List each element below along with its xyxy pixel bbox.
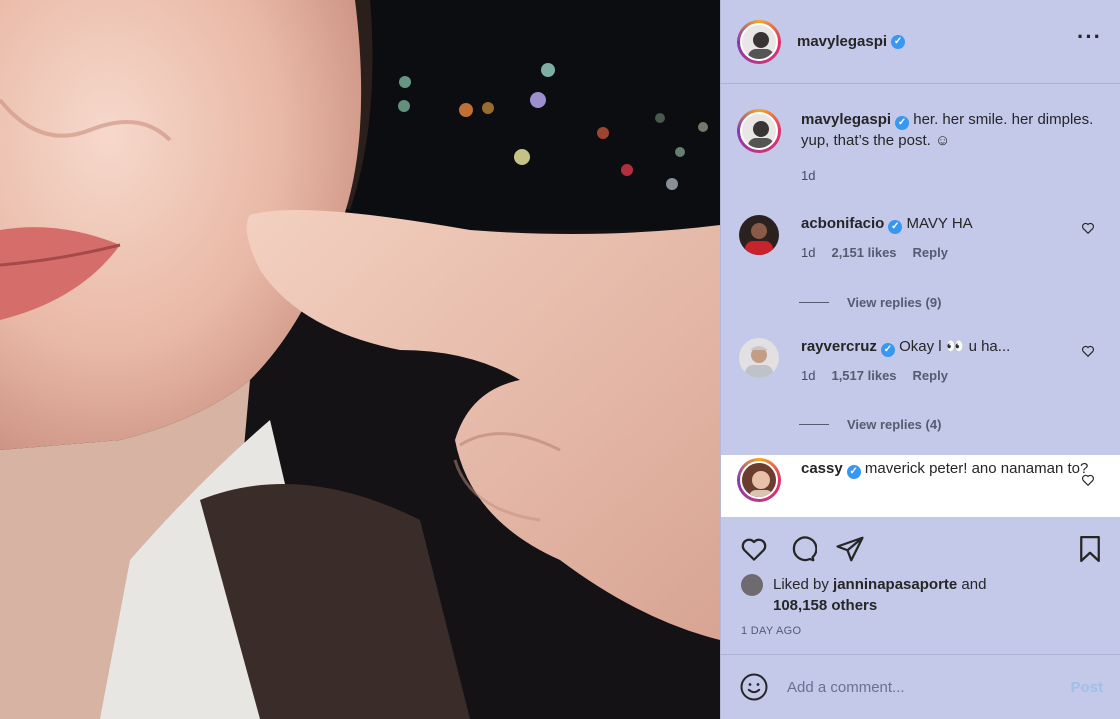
comment-age[interactable]: 1d	[801, 242, 815, 263]
post-actions-bar	[721, 530, 1120, 570]
view-replies-button[interactable]: View replies (4)	[799, 417, 941, 432]
reply-button[interactable]: Reply	[913, 242, 948, 263]
verified-badge-icon: ✓	[888, 220, 903, 234]
bookmark-icon[interactable]	[1075, 534, 1105, 564]
author-username[interactable]: mavylegaspi	[797, 33, 887, 50]
verified-badge-icon: ✓	[846, 465, 861, 479]
emoji-icon[interactable]	[739, 672, 769, 702]
share-icon[interactable]	[835, 534, 865, 564]
photo-image	[0, 0, 720, 719]
replies-divider	[799, 424, 829, 425]
post-timestamp[interactable]: 1 DAY AGO	[741, 625, 801, 637]
comment-text: Okay l 👀 u ha...	[899, 338, 1011, 355]
comment-icon[interactable]	[787, 534, 817, 564]
liked-by-summary: Liked by janninapasaporte and 108,158 ot…	[741, 574, 986, 616]
heart-icon[interactable]	[739, 534, 769, 564]
comment-avatar[interactable]	[737, 213, 781, 257]
liked-by-user[interactable]: janninapasaporte	[833, 576, 957, 593]
view-replies-button[interactable]: View replies (9)	[799, 295, 941, 310]
comment-likes[interactable]: 2,151 likes	[831, 242, 896, 263]
verified-badge-icon: ✓	[895, 116, 910, 130]
liker-avatar[interactable]	[741, 574, 763, 596]
comment-avatar[interactable]	[737, 336, 781, 380]
post-photo[interactable]	[0, 0, 720, 719]
post-side-panel: mavylegaspi ✓ ··· mavylegaspi ✓ her. her …	[720, 0, 1120, 719]
comment-item: acbonifacio ✓ MAVY HA 1d 2,151 likes Repl…	[721, 213, 1120, 263]
verified-badge-icon: ✓	[891, 34, 906, 49]
post-header: mavylegaspi ✓ ···	[721, 0, 1120, 84]
comment-avatar[interactable]	[737, 109, 781, 153]
liked-by-suffix: and	[961, 576, 987, 593]
comment-username[interactable]: cassy	[801, 460, 843, 477]
caption-comment: mavylegaspi ✓ her. her smile. her dimples…	[721, 109, 1120, 186]
add-comment-input[interactable]	[787, 678, 1057, 696]
comment-likes[interactable]: 1,517 likes	[831, 365, 896, 386]
view-replies-label: View replies (9)	[847, 295, 942, 310]
add-comment-bar: Post	[721, 654, 1120, 719]
like-comment-heart-icon[interactable]	[1081, 221, 1095, 235]
like-comment-heart-icon[interactable]	[1081, 473, 1095, 487]
reply-button[interactable]: Reply	[913, 365, 948, 386]
comment-username[interactable]: mavylegaspi	[801, 111, 891, 128]
comment-text: maverick peter! ano nanaman to?	[864, 460, 1089, 477]
comment-item: rayvercruz ✓ Okay l 👀 u ha... 1d 1,517 li…	[721, 336, 1120, 386]
likes-count-link[interactable]: 108,158 others	[773, 597, 877, 614]
comment-username[interactable]: acbonifacio	[801, 215, 884, 232]
comment-age[interactable]: 1d	[801, 165, 815, 186]
liked-by-prefix: Liked by	[773, 576, 829, 593]
author-avatar[interactable]	[737, 19, 781, 64]
post-comment-button[interactable]: Post	[1070, 679, 1103, 696]
comment-username[interactable]: rayvercruz	[801, 338, 877, 355]
comment-text: MAVY HA	[906, 215, 973, 232]
verified-badge-icon: ✓	[880, 343, 895, 357]
replies-divider	[799, 302, 829, 303]
like-comment-heart-icon[interactable]	[1081, 344, 1095, 358]
comment-avatar[interactable]	[737, 458, 781, 502]
comment-item: cassy ✓ maverick peter! ano nanaman to?	[721, 455, 1120, 517]
view-replies-label: View replies (4)	[847, 417, 942, 432]
more-options-button[interactable]: ···	[1077, 26, 1102, 48]
comment-age[interactable]: 1d	[801, 365, 815, 386]
